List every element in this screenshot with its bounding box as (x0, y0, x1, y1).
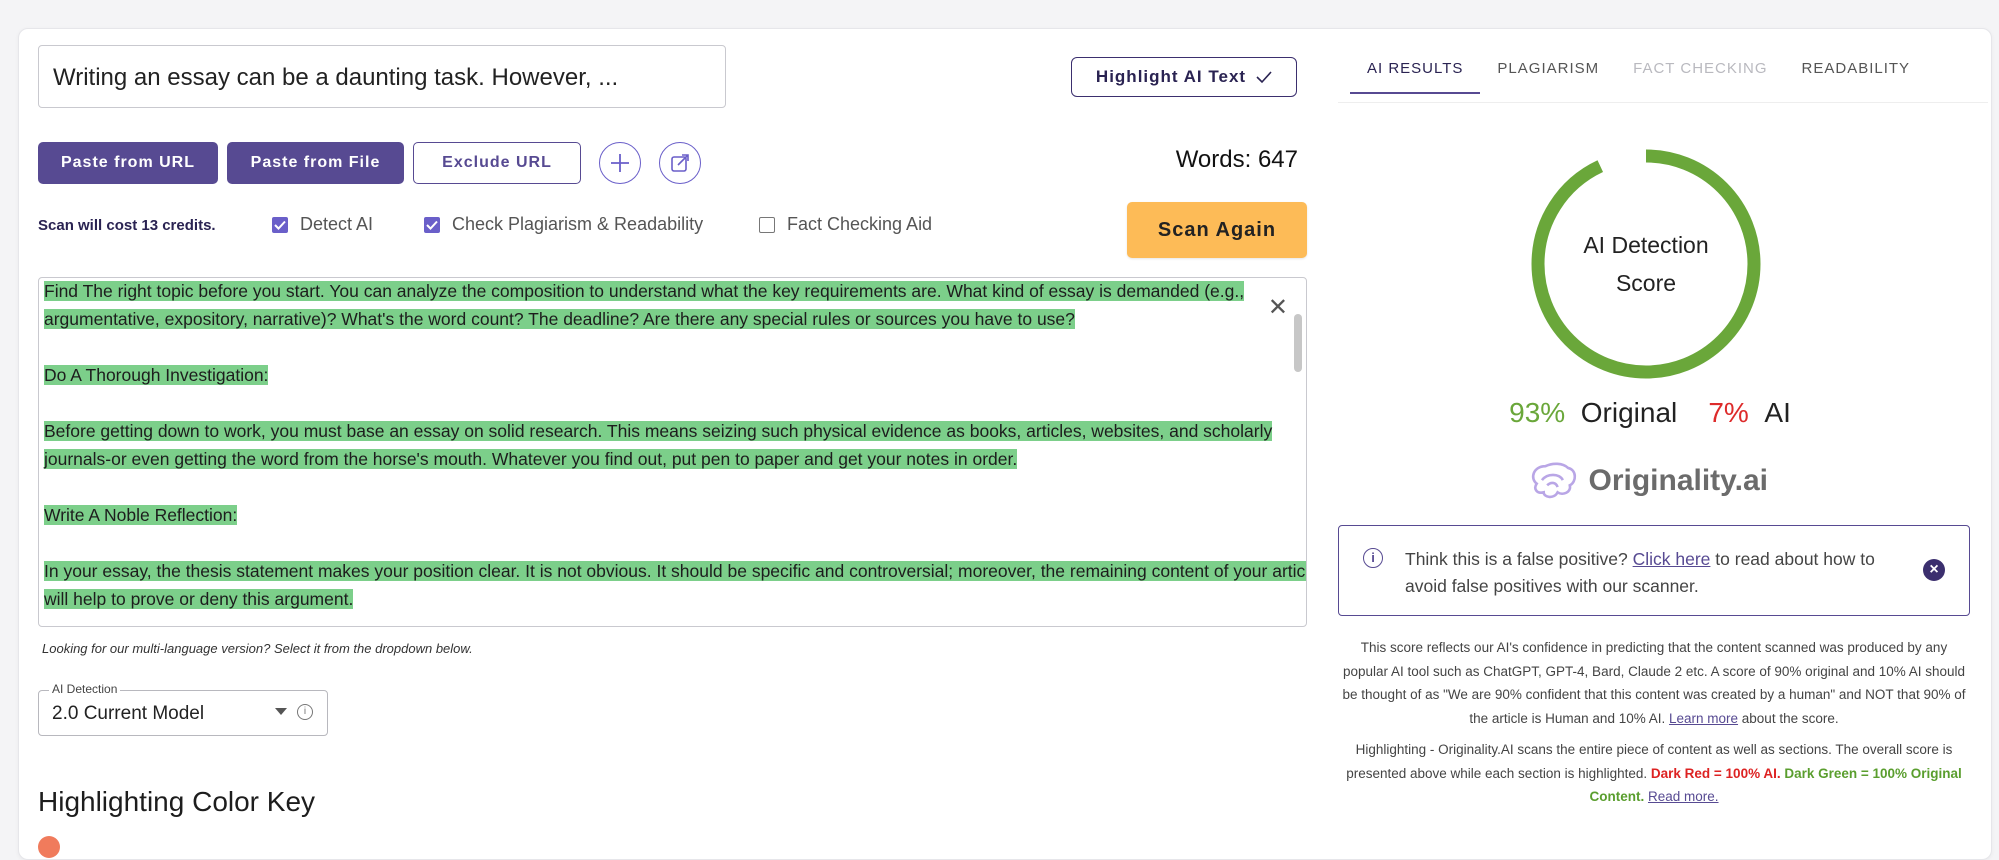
caret-down-icon (275, 708, 287, 715)
content-paragraph: Before getting down to work, you must ba… (44, 417, 1306, 473)
check-icon (1256, 71, 1272, 84)
false-positive-prefix: Think this is a false positive? (1405, 549, 1633, 569)
clear-text-icon[interactable]: ✕ (1268, 296, 1288, 320)
score-label-line2: Score (1615, 270, 1677, 296)
score-label: AI Detection Score (1528, 226, 1764, 302)
tab-fact-checking[interactable]: FACT CHECKING (1616, 60, 1784, 94)
detect-ai-checkbox[interactable]: Detect AI (272, 214, 373, 235)
page-background (560, 0, 1999, 26)
word-count: Words: 647 (1175, 146, 1298, 173)
content-textarea[interactable]: Find The right topic before you start. Y… (38, 277, 1307, 627)
scan-again-button[interactable]: Scan Again (1127, 202, 1307, 258)
highlighted-text: Write A Noble Reflection: (44, 505, 238, 525)
highlighted-text: Before getting down to work, you must ba… (44, 421, 1273, 469)
color-key-swatch (38, 836, 60, 858)
learn-more-link[interactable]: Learn more (1669, 711, 1738, 726)
score-label-line1: AI Detection (1583, 232, 1709, 258)
paste-from-url-button[interactable]: Paste from URL (38, 142, 218, 184)
detect-ai-label: Detect AI (300, 214, 374, 234)
info-icon: i (1363, 548, 1383, 568)
highlighted-text: Find The right topic before you start. Y… (44, 281, 1245, 329)
share-icon (671, 154, 689, 172)
checkbox-checked-icon (424, 216, 440, 233)
brand-name: Originality.ai (1588, 464, 1769, 497)
results-tabs: AI RESULTS PLAGIARISM FACT CHECKING READ… (1350, 60, 1927, 94)
add-button[interactable] (599, 142, 641, 184)
brain-logo-icon (1531, 462, 1577, 499)
content-paragraph: Find The right topic before you start. Y… (44, 278, 1306, 333)
false-positive-text: Think this is a false positive? Click he… (1405, 546, 1885, 600)
plus-icon (611, 154, 629, 172)
color-key-heading: Highlighting Color Key (38, 786, 316, 817)
check-plagiarism-label: Check Plagiarism & Readability (452, 214, 704, 234)
content-paragraph: Write A Noble Reflection: (44, 501, 1306, 529)
check-plagiarism-checkbox[interactable]: Check Plagiarism & Readability (424, 214, 703, 235)
textarea-scrollbar[interactable] (1294, 314, 1302, 372)
tabs-divider (1338, 102, 1988, 103)
dark-red-key: Dark Red = 100% AI. (1650, 765, 1781, 781)
ai-model-select-value: 2.0 Current Model (52, 703, 205, 724)
disclaimer-1-text: This score reflects our AI's confidence … (1342, 640, 1966, 726)
click-here-link[interactable]: Click here (1633, 549, 1711, 569)
checkbox-checked-icon (272, 216, 288, 233)
original-label: Original (1580, 397, 1678, 428)
tab-readability[interactable]: READABILITY (1785, 60, 1928, 94)
info-icon[interactable]: i (297, 704, 313, 720)
disclaimer-paragraph-2: Highlighting - Originality.AI scans the … (1338, 738, 1970, 809)
highlight-ai-text-button[interactable]: Highlight AI Text (1071, 57, 1297, 97)
tab-plagiarism[interactable]: PLAGIARISM (1480, 60, 1616, 94)
disclaimer-paragraph-1: This score reflects our AI's confidence … (1338, 636, 1970, 730)
scan-cost-text: Scan will cost 13 credits. (38, 217, 216, 234)
fact-checking-label: Fact Checking Aid (787, 214, 933, 234)
share-button[interactable] (659, 142, 701, 184)
ai-model-select-legend: AI Detection (49, 682, 121, 696)
false-positive-notice: i Think this is a false positive? Click … (1338, 525, 1970, 616)
brand-logo: Originality.ai (1528, 458, 1768, 504)
multilang-note: Looking for our multi-language version? … (42, 641, 473, 656)
ai-label: AI (1764, 397, 1791, 428)
exclude-url-button[interactable]: Exclude URL (413, 142, 581, 184)
original-percentage: 93% (1509, 397, 1566, 428)
highlighted-text: Do A Thorough Investigation: (44, 365, 269, 385)
score-disclaimer: This score reflects our AI's confidence … (1338, 636, 1970, 809)
title-input[interactable]: Writing an essay can be a daunting task.… (38, 45, 726, 108)
content-paragraph: Do A Thorough Investigation: (44, 361, 1306, 389)
close-notice-icon[interactable]: × (1923, 559, 1945, 581)
content-paragraph: In your essay, the thesis statement make… (44, 557, 1306, 613)
highlighted-text: In your essay, the thesis statement make… (44, 561, 1306, 609)
paste-from-file-button[interactable]: Paste from File (227, 142, 404, 184)
highlight-ai-text-label: Highlight AI Text (1095, 67, 1247, 86)
read-more-link[interactable]: Read more. (1648, 789, 1719, 804)
disclaimer-1-tail: about the score. (1738, 710, 1839, 726)
tab-ai-results[interactable]: AI RESULTS (1350, 60, 1481, 94)
score-row: 93% Original 7% AI (1500, 397, 1800, 429)
fact-checking-checkbox[interactable]: Fact Checking Aid (759, 214, 932, 235)
ai-percentage: 7% (1708, 397, 1749, 428)
ai-model-select[interactable]: AI Detection 2.0 Current Model i (38, 682, 328, 736)
checkbox-unchecked-icon (759, 216, 775, 233)
